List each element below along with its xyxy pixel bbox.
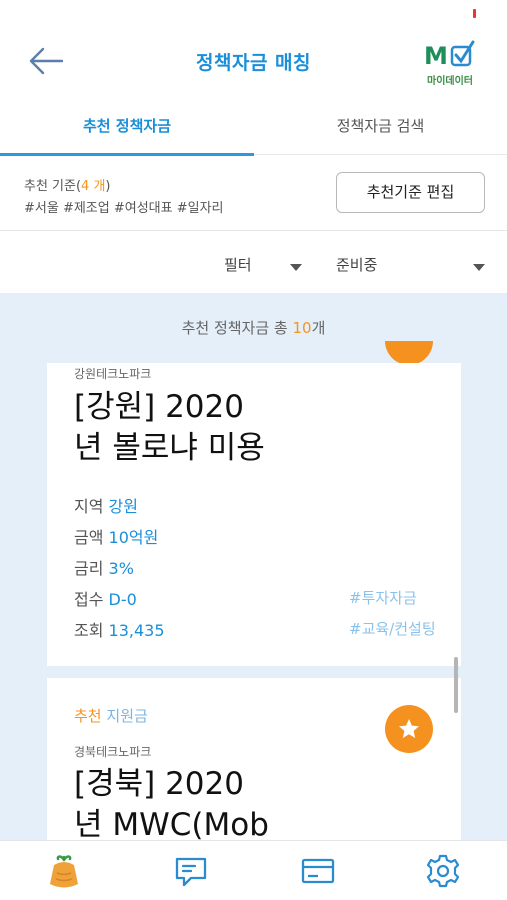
- status-dropdown[interactable]: 준비중: [336, 254, 377, 275]
- edit-criteria-button[interactable]: 추천기준 편집: [336, 172, 485, 213]
- gear-icon: [426, 854, 460, 888]
- tab-search[interactable]: 정책자금 검색: [254, 103, 507, 155]
- amount-label: 금액: [74, 528, 104, 547]
- card-amount: 금액 10억원: [74, 524, 158, 548]
- card-tag: #투자자금: [349, 589, 417, 607]
- card-title: [강원] 2020 년 볼로냐 미용: [74, 387, 404, 469]
- total-prefix: 추천 정책자금 총: [181, 319, 293, 337]
- card-deadline: 접수 D-0: [74, 586, 137, 610]
- nav-home[interactable]: [44, 851, 84, 891]
- fund-list[interactable]: 추천 정책자금 총 10개 강원테크노파크 [강원] 2020 년 볼로냐 미용…: [0, 293, 507, 840]
- views-label: 조회: [74, 621, 104, 640]
- nav-card[interactable]: [298, 851, 338, 891]
- status-indicator: [473, 9, 476, 18]
- card-title: [경북] 2020 년 MWC(Mob: [74, 764, 404, 840]
- filter-dropdown[interactable]: 필터: [224, 254, 252, 275]
- card-organization: 강원테크노파크: [74, 367, 152, 381]
- card-region: 지역 강원: [74, 493, 138, 517]
- criteria-label-suffix: ): [105, 179, 111, 194]
- deadline-label: 접수: [74, 590, 104, 609]
- logo-text: 마이데이터: [427, 76, 473, 87]
- deadline-value: D-0: [108, 590, 137, 609]
- card-title-line1: [경북] 2020: [74, 766, 244, 802]
- card-title-line2: 년 볼로냐 미용: [74, 430, 265, 466]
- mydata-logo: M 마이데이터: [420, 38, 480, 87]
- status-chevron-down-icon[interactable]: [473, 264, 485, 271]
- card-icon: [301, 858, 335, 884]
- rate-value: 3%: [108, 559, 134, 578]
- card-rate: 금리 3%: [74, 555, 134, 579]
- app-screen: 정책자금 매칭 M 마이데이터 추천 정책자금 정책자금 검색 추천 기준(4 …: [0, 0, 507, 900]
- card-organization: 경북테크노파크: [74, 745, 152, 759]
- total-suffix: 개: [311, 319, 326, 337]
- scrollbar[interactable]: [454, 657, 458, 713]
- recommendation-criteria: 추천 기준(4 개) #서울 #제조업 #여성대표 #일자리 추천기준 편집: [0, 155, 507, 231]
- bottom-navigation: [0, 840, 507, 900]
- tab-bar: 추천 정책자금 정책자금 검색: [0, 103, 507, 156]
- header: 정책자금 매칭 M 마이데이터: [0, 28, 507, 94]
- criteria-tags: #서울 #제조업 #여성대표 #일자리: [24, 201, 224, 216]
- total-count: 10: [292, 319, 312, 337]
- svg-text:M: M: [424, 42, 448, 70]
- tab-recommended[interactable]: 추천 정책자금: [0, 103, 254, 156]
- rate-label: 금리: [74, 559, 104, 578]
- card-badge: 추천 지원금: [74, 705, 148, 726]
- criteria-label: 추천 기준(4 개): [24, 175, 111, 194]
- fund-card[interactable]: 추천 지원금 경북테크노파크 [경북] 2020 년 MWC(Mob: [47, 678, 461, 840]
- criteria-label-prefix: 추천 기준(: [24, 179, 82, 194]
- amount-value: 10억원: [108, 528, 159, 547]
- nav-settings[interactable]: [423, 851, 463, 891]
- card-tag: #교육/컨설팅: [349, 620, 435, 638]
- views-value: 13,435: [108, 621, 165, 640]
- region-value: 강원: [108, 497, 138, 516]
- nav-chat[interactable]: [171, 851, 211, 891]
- star-icon: [399, 719, 419, 738]
- card-views: 조회 13,435: [74, 617, 165, 641]
- filter-bar: 필터 준비중: [0, 240, 507, 292]
- carrot-icon: [50, 855, 78, 888]
- region-label: 지역: [74, 497, 104, 516]
- card-title-line1: [강원] 2020: [74, 389, 244, 425]
- favorite-button[interactable]: [385, 705, 433, 753]
- card-title-line2: 년 MWC(Mob: [74, 807, 269, 840]
- fund-card[interactable]: 강원테크노파크 [강원] 2020 년 볼로냐 미용 지역 강원 금액 10억원…: [47, 363, 461, 666]
- fund-type-badge: 지원금: [106, 707, 148, 725]
- recommended-badge: 추천: [74, 707, 102, 725]
- chat-icon: [175, 857, 207, 887]
- criteria-count: 4 개: [81, 179, 106, 194]
- filter-chevron-down-icon[interactable]: [290, 264, 302, 271]
- total-count-label: 추천 정책자금 총 10개: [0, 317, 507, 338]
